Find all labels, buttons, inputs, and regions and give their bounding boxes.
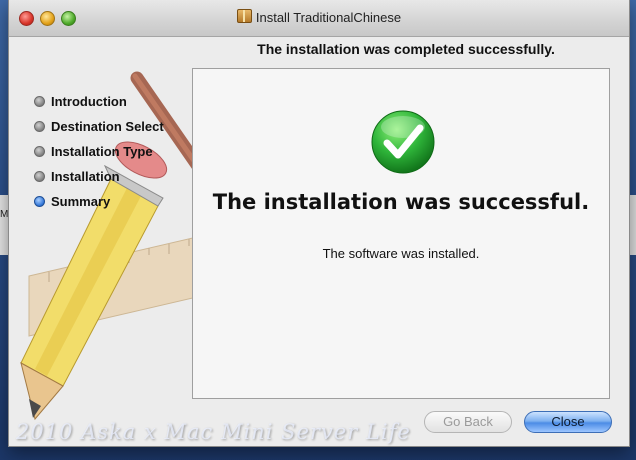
page-heading: The installation was completed successfu… [257,41,555,57]
success-checkmark-icon [370,109,436,175]
watermark-text: 2010 Aska x Mac Mini Server Life [16,420,411,444]
step-introduction: Introduction [34,89,164,114]
success-title: The installation was successful. [212,190,590,214]
step-bullet-icon [34,146,45,157]
installer-window: Install TraditionalChinese The installat… [8,0,630,447]
step-label: Destination Select [51,119,164,134]
step-summary: Summary [34,189,164,214]
step-bullet-icon [34,121,45,132]
step-destination-select: Destination Select [34,114,164,139]
step-installation-type: Installation Type [34,139,164,164]
go-back-button[interactable]: Go Back [424,411,512,433]
step-label: Summary [51,194,111,209]
success-message: The software was installed. [322,246,480,261]
close-button[interactable]: Close [524,411,612,433]
step-bullet-icon [34,171,45,182]
step-label: Introduction [51,94,127,109]
step-installation: Installation [34,164,164,189]
step-label: Installation [51,169,120,184]
window-title: Install TraditionalChinese [9,9,629,25]
step-label: Installation Type [51,144,153,159]
step-bullet-icon [34,96,45,107]
step-bullet-active-icon [34,196,45,207]
step-list: Introduction Destination Select Installa… [34,89,164,214]
window-title-text: Install TraditionalChinese [255,10,402,25]
package-icon [236,9,252,23]
content-panel: The installation was successful. The sof… [192,68,610,399]
title-bar[interactable]: Install TraditionalChinese [9,0,629,37]
